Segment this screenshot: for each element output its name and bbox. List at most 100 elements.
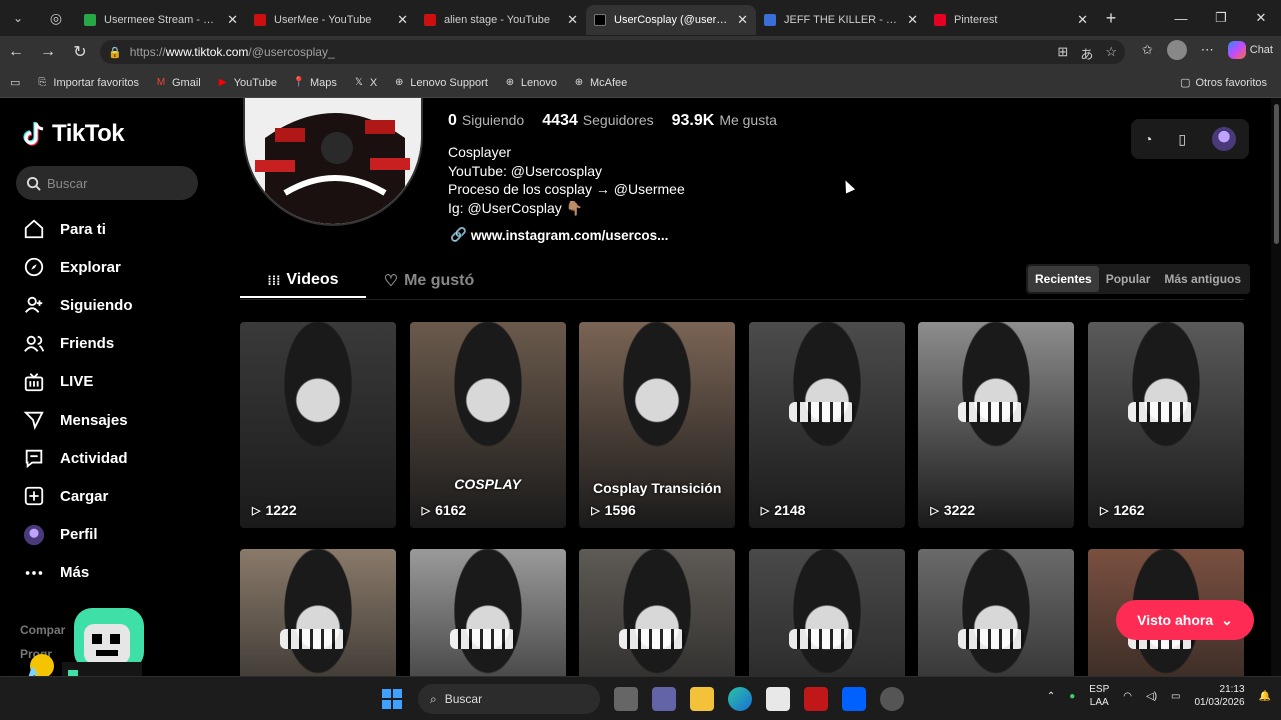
browser-profile-avatar[interactable] bbox=[1166, 40, 1187, 60]
back-arrow-icon[interactable]: ← bbox=[0, 36, 32, 68]
sort-oldest-button[interactable]: Más antiguos bbox=[1157, 266, 1248, 292]
sidebar-item[interactable]: Actividad bbox=[22, 439, 212, 477]
address-bar[interactable]: 🔒 https://www.tiktok.com/@usercosplay_ ⊞… bbox=[100, 40, 1125, 64]
favorite-link[interactable]: ⊕ Lenovo bbox=[504, 77, 557, 89]
file-explorer-icon[interactable] bbox=[690, 687, 714, 711]
mcafee-icon[interactable] bbox=[804, 687, 828, 711]
favorite-link[interactable]: 𝕏X bbox=[353, 77, 377, 89]
sidebar-item[interactable]: Perfil bbox=[22, 516, 212, 554]
taskbar-search[interactable]: ⌕ Buscar bbox=[418, 684, 600, 714]
followers-stat[interactable]: 4434 Seguidores bbox=[542, 112, 653, 130]
microphone-icon[interactable]: ● bbox=[1069, 691, 1075, 702]
favorite-link[interactable]: ▶ YouTube bbox=[217, 77, 277, 89]
tab-close-icon[interactable]: ✕ bbox=[397, 12, 408, 28]
browser-tab[interactable]: Pinterest ✕ bbox=[926, 5, 1096, 35]
page-scrollbar[interactable] bbox=[1271, 98, 1281, 676]
sidebar-item[interactable]: Más bbox=[22, 554, 212, 592]
view-count-text: 2148 bbox=[774, 502, 806, 518]
video-thumbnail[interactable] bbox=[918, 549, 1075, 676]
sidebar-item[interactable]: LIVE bbox=[22, 363, 212, 401]
reload-icon[interactable]: ↻ bbox=[64, 36, 96, 68]
mask-stripes bbox=[449, 629, 516, 649]
video-thumbnail[interactable]: ▷ 1222 bbox=[240, 322, 396, 528]
browser-tab[interactable]: Usermeee Stream - Watc ✕ bbox=[76, 5, 246, 35]
maximize-icon[interactable]: ❐ bbox=[1201, 0, 1241, 36]
mini-profile-avatar[interactable] bbox=[1212, 127, 1237, 151]
tab-videos[interactable]: ⁞⁞⁞ Videos bbox=[240, 264, 366, 298]
settings-more-icon[interactable]: ⋯ bbox=[1201, 42, 1214, 58]
profile-link[interactable]: 🔗 www.instagram.com/usercos... bbox=[450, 227, 668, 243]
copilot-chat-button[interactable]: Chat bbox=[1227, 41, 1273, 59]
tab-close-icon[interactable]: ✕ bbox=[1077, 12, 1088, 28]
sidebar-item[interactable]: Para ti bbox=[22, 210, 212, 248]
notifications-bell-icon[interactable]: 🔔 bbox=[1259, 691, 1271, 702]
tab-title: alien stage - YouTube bbox=[444, 14, 551, 26]
task-view-icon[interactable] bbox=[614, 687, 638, 711]
windows-start-icon[interactable] bbox=[380, 687, 404, 711]
dropbox-icon[interactable] bbox=[842, 687, 866, 711]
favorite-link[interactable]: ⎘ Importar favoritos bbox=[36, 77, 139, 89]
forward-arrow-icon[interactable]: → bbox=[32, 36, 64, 68]
favorite-link[interactable]: M Gmail bbox=[155, 77, 201, 89]
favorite-link[interactable]: 📍 Maps bbox=[293, 77, 337, 89]
tab-close-icon[interactable]: ✕ bbox=[737, 12, 748, 28]
new-tab-button[interactable]: + bbox=[1096, 8, 1126, 29]
workspaces-icon[interactable]: ◎ bbox=[36, 0, 76, 36]
teams-icon[interactable] bbox=[652, 687, 676, 711]
minimize-icon[interactable]: — bbox=[1161, 0, 1201, 36]
tab-favicon-icon bbox=[84, 14, 96, 26]
tab-liked[interactable]: ♡ Me gustó bbox=[366, 264, 492, 298]
clock[interactable]: 21:13 01/03/2026 bbox=[1194, 683, 1244, 709]
tab-close-icon[interactable]: ✕ bbox=[567, 12, 578, 28]
video-thumbnail[interactable] bbox=[748, 549, 905, 676]
video-thumbnail[interactable]: ▷ 1262 bbox=[1087, 322, 1244, 528]
edge-icon[interactable] bbox=[728, 687, 752, 711]
video-thumbnail[interactable]: COSPLAY ▷ 6162 bbox=[409, 322, 566, 528]
store-icon[interactable] bbox=[766, 687, 790, 711]
translate-icon[interactable]: あ bbox=[1080, 44, 1093, 63]
settings-gear-icon[interactable] bbox=[880, 687, 904, 711]
speed-icon[interactable]: ◔ bbox=[1144, 131, 1152, 147]
tab-actions-menu-icon[interactable]: ⌄ bbox=[0, 0, 36, 36]
following-stat[interactable]: 0 Siguiendo bbox=[448, 112, 524, 130]
tiktok-search-input[interactable]: Buscar bbox=[16, 166, 198, 200]
volume-icon[interactable]: ◁) bbox=[1146, 691, 1157, 702]
tab-close-icon[interactable]: ✕ bbox=[227, 12, 238, 28]
video-thumbnail[interactable] bbox=[579, 549, 736, 676]
sidebar-item[interactable]: Mensajes bbox=[22, 401, 212, 439]
browser-tab[interactable]: UserCosplay (@usercospl ✕ bbox=[586, 5, 756, 35]
tab-close-icon[interactable]: ✕ bbox=[907, 12, 918, 28]
video-thumbnail[interactable] bbox=[409, 549, 566, 676]
favorite-link[interactable]: ⊕ McAfee bbox=[573, 77, 628, 89]
video-thumbnail[interactable] bbox=[240, 549, 396, 676]
battery-icon[interactable]: ▭ bbox=[1171, 691, 1180, 702]
video-thumbnail[interactable]: Cosplay Transición ▷ 1596 bbox=[579, 322, 736, 528]
sidebar-item[interactable]: Siguiendo bbox=[22, 286, 212, 324]
favorite-star-icon[interactable]: ☆ bbox=[1105, 44, 1117, 63]
visto-ahora-button[interactable]: Visto ahora ⌄ bbox=[1116, 600, 1254, 640]
close-window-icon[interactable]: ✕ bbox=[1241, 0, 1281, 36]
scrollbar-thumb[interactable] bbox=[1274, 104, 1279, 244]
tray-chevron-up-icon[interactable]: ⌃ bbox=[1047, 691, 1055, 702]
browser-tab[interactable]: alien stage - YouTube ✕ bbox=[416, 5, 586, 35]
tiktok-logo[interactable]: TikTok bbox=[22, 120, 125, 148]
sidebar-item[interactable]: Friends bbox=[22, 325, 212, 363]
language-indicator[interactable]: ESP LAA bbox=[1089, 683, 1109, 709]
favorites-list-icon[interactable]: ✩ bbox=[1142, 42, 1153, 58]
video-thumbnail[interactable]: ▷ 2148 bbox=[748, 322, 905, 528]
other-favorites[interactable]: ▢ Otros favoritos bbox=[1180, 76, 1267, 90]
mask-stripes bbox=[958, 629, 1025, 649]
profile-avatar[interactable] bbox=[243, 98, 423, 226]
sort-recent-button[interactable]: Recientes bbox=[1028, 266, 1099, 292]
browser-tab[interactable]: JEFF THE KILLER - Búsque ✕ bbox=[756, 5, 926, 35]
wifi-icon[interactable]: ◠ bbox=[1123, 691, 1132, 702]
video-thumbnail[interactable]: ▷ 3222 bbox=[918, 322, 1075, 528]
phone-icon[interactable]: ▯ bbox=[1178, 131, 1186, 148]
split-screen-icon[interactable]: ⊞ bbox=[1057, 44, 1068, 63]
browser-tab[interactable]: UserMee - YouTube ✕ bbox=[246, 5, 416, 35]
favorite-link[interactable]: ⊕ Lenovo Support bbox=[393, 77, 488, 89]
sidebar-item[interactable]: Cargar bbox=[22, 477, 212, 515]
sidebar-toggle-icon[interactable]: ▭ bbox=[10, 76, 20, 89]
sidebar-item[interactable]: Explorar bbox=[22, 248, 212, 286]
sort-popular-button[interactable]: Popular bbox=[1099, 266, 1158, 292]
